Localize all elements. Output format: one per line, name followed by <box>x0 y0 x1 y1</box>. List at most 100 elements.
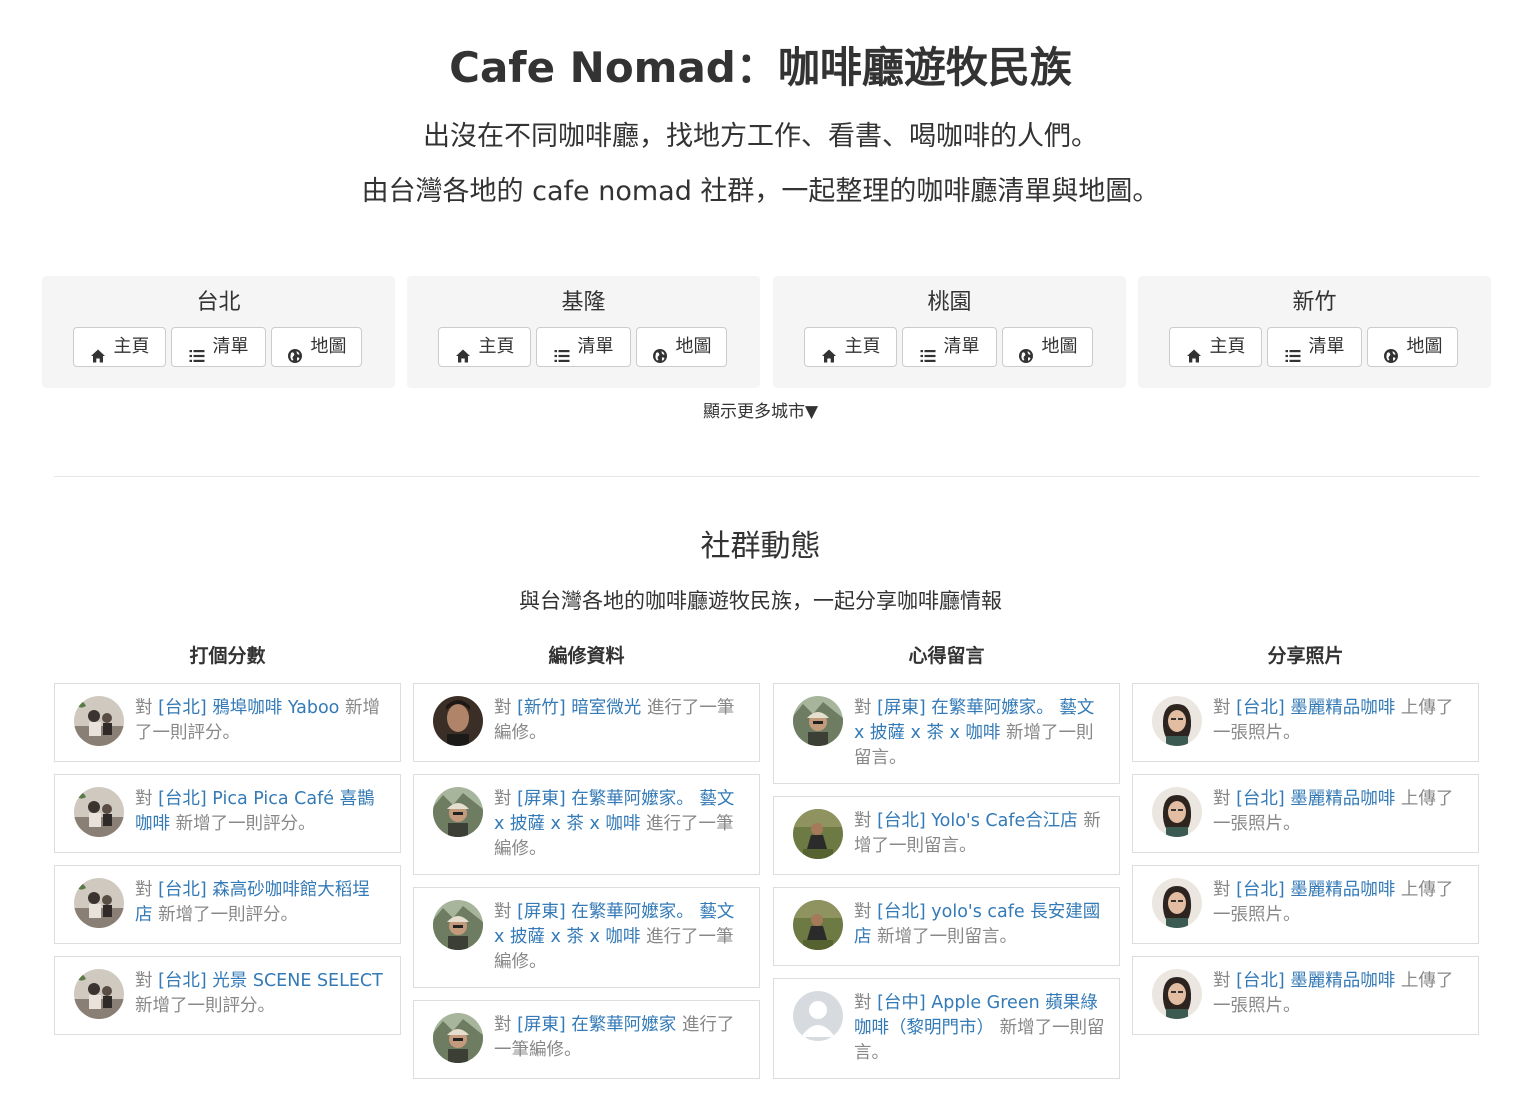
feed-item-text: 對 [台北] Yolo's Cafe合江店 新增了一則留言。 <box>854 809 1105 859</box>
map-button[interactable]: 地圖 <box>1002 327 1093 367</box>
avatar[interactable] <box>433 1013 483 1063</box>
feed-item: 對 [台北] Pica Pica Café 喜鵲咖啡 新增了一則評分。 <box>54 774 401 853</box>
feed-item-text: 對 [台北] 森高砂咖啡館大稻埕店 新增了一則評分。 <box>135 878 386 928</box>
home-button[interactable]: 主頁 <box>438 327 531 367</box>
home-icon <box>1186 339 1202 363</box>
avatar[interactable] <box>793 900 843 950</box>
button-label: 清單 <box>1308 336 1345 357</box>
community-subtitle: 與台灣各地的咖啡廳遊牧民族，一起分享咖啡廳情報 <box>519 589 1002 613</box>
city-card: 台北 主頁 清單 地圖 <box>42 276 395 388</box>
button-label: 主頁 <box>1209 336 1246 357</box>
feed-item-prefix: 對 <box>1213 789 1237 809</box>
feed-item-prefix: 對 <box>135 789 159 809</box>
avatar[interactable] <box>74 787 124 837</box>
avatar[interactable] <box>793 991 843 1041</box>
avatar[interactable] <box>1152 969 1202 1019</box>
city-name: 桃園 <box>927 290 972 315</box>
cafe-link[interactable]: [台北] 墨麗精品咖啡 <box>1236 789 1395 809</box>
avatar[interactable] <box>1152 787 1202 837</box>
avatar[interactable] <box>1152 696 1202 746</box>
feed-item: 對 [新竹] 暗室微光 進行了一筆編修。 <box>413 683 760 762</box>
feed-item: 對 [台北] 光景 SCENE SELECT 新增了一則評分。 <box>54 956 401 1035</box>
home-icon <box>90 339 106 363</box>
feed-column-heading: 編修資料 <box>548 645 625 667</box>
button-label: 主頁 <box>113 336 150 357</box>
feed-item-action: 新增了一則評分。 <box>170 814 316 834</box>
city-name: 新竹 <box>1292 290 1337 315</box>
feed-column: 編修資料對 [新竹] 暗室微光 進行了一筆編修。對 [屏東] 在繁華阿嬤家。 藝… <box>413 640 760 1091</box>
map-button[interactable]: 地圖 <box>1367 327 1458 367</box>
map-button[interactable]: 地圖 <box>271 327 362 367</box>
feed-column-heading: 心得留言 <box>908 645 985 667</box>
page-subtitle-line2: 由台灣各地的 cafe nomad 社群，一起整理的咖啡廳清單與地圖。 <box>361 176 1160 207</box>
cafe-link[interactable]: [台北] 鴉埠咖啡 Yaboo <box>158 698 339 718</box>
cafe-link[interactable]: [屏東] 在繁華阿嬤家 <box>517 1015 676 1035</box>
list-button[interactable]: 清單 <box>902 327 997 367</box>
feed-item-text: 對 [屏東] 在繁華阿嬤家 進行了一筆編修。 <box>494 1013 745 1063</box>
city-name: 基隆 <box>561 290 606 315</box>
avatar[interactable] <box>433 696 483 746</box>
avatar[interactable] <box>1152 878 1202 928</box>
feed-column-heading: 分享照片 <box>1267 645 1344 667</box>
feed-item-action: 新增了一則留言。 <box>871 927 1018 947</box>
cafe-link[interactable]: [台北] 墨麗精品咖啡 <box>1236 971 1395 991</box>
feed-item-prefix: 對 <box>494 1015 518 1035</box>
map-button[interactable]: 地圖 <box>636 327 727 367</box>
avatar[interactable] <box>74 969 124 1019</box>
feed-column: 打個分數對 [台北] 鴉埠咖啡 Yaboo 新增了一則評分。對 [台北] Pic… <box>54 640 401 1047</box>
avatar[interactable] <box>433 787 483 837</box>
feed-column: 心得留言對 [屏東] 在繁華阿嬤家。 藝文 x 披薩 x 茶 x 咖啡 新增了一… <box>773 640 1120 1091</box>
section-divider <box>54 476 1479 477</box>
feed-item: 對 [台北] 鴉埠咖啡 Yaboo 新增了一則評分。 <box>54 683 401 762</box>
cafe-link[interactable]: [台北] Yolo's Cafe合江店 <box>877 811 1078 831</box>
list-button[interactable]: 清單 <box>1267 327 1362 367</box>
list-button[interactable]: 清單 <box>171 327 266 367</box>
feed-column: 分享照片對 [台北] 墨麗精品咖啡 上傳了一張照片。對 [台北] 墨麗精品咖啡 … <box>1132 640 1479 1047</box>
feed-item-prefix: 對 <box>135 880 159 900</box>
show-more-cities-link[interactable]: 顯示更多城市▼ <box>0 400 1521 424</box>
feed-item-text: 對 [台北] yolo's cafe 長安建國店 新增了一則留言。 <box>854 900 1105 950</box>
list-icon <box>189 339 205 362</box>
globe-icon <box>287 339 303 363</box>
page-subtitle-line1: 出沒在不同咖啡廳，找地方工作、看書、喝咖啡的人們。 <box>423 121 1098 152</box>
community-title: 社群動態 <box>700 529 821 564</box>
avatar[interactable] <box>74 696 124 746</box>
button-label: 主頁 <box>844 336 881 357</box>
button-label: 地圖 <box>675 336 712 357</box>
avatar[interactable] <box>793 696 843 746</box>
cafe-link[interactable]: [新竹] 暗室微光 <box>517 698 641 718</box>
list-icon <box>554 339 570 362</box>
cafe-link[interactable]: [台北] 光景 SCENE SELECT <box>158 971 383 991</box>
avatar[interactable] <box>74 878 124 928</box>
city-list: 台北 主頁 清單 地圖 基隆 主頁 清單 地圖 桃園 主頁 清單 地圖 新竹 主頁 清單 地圖 <box>42 276 1492 388</box>
page-title: Cafe Nomad：咖啡廳遊牧民族 <box>449 43 1072 92</box>
feed-item: 對 [台北] yolo's cafe 長安建國店 新增了一則留言。 <box>773 887 1120 966</box>
feed-item-prefix: 對 <box>494 698 518 718</box>
cafe-link[interactable]: [台北] 墨麗精品咖啡 <box>1236 880 1395 900</box>
feed-item-text: 對 [台北] 墨麗精品咖啡 上傳了一張照片。 <box>1213 969 1464 1019</box>
feed-item-text: 對 [台北] 鴉埠咖啡 Yaboo 新增了一則評分。 <box>135 696 386 746</box>
button-label: 地圖 <box>1406 336 1443 357</box>
feed-item-prefix: 對 <box>854 993 878 1013</box>
home-button[interactable]: 主頁 <box>73 327 166 367</box>
feed-item-prefix: 對 <box>135 698 159 718</box>
button-label: 清單 <box>212 336 249 357</box>
feed-item-text: 對 [台中] Apple Green 蘋果綠咖啡（黎明門市） 新增了一則留言。 <box>854 991 1105 1066</box>
home-button[interactable]: 主頁 <box>1169 327 1262 367</box>
feed-item: 對 [屏東] 在繁華阿嬤家 進行了一筆編修。 <box>413 1000 760 1079</box>
feed-item-prefix: 對 <box>1213 698 1237 718</box>
button-label: 清單 <box>577 336 614 357</box>
globe-icon <box>1383 339 1399 363</box>
avatar[interactable] <box>793 809 843 859</box>
cafe-link[interactable]: [台北] 墨麗精品咖啡 <box>1236 698 1395 718</box>
button-label: 清單 <box>943 336 980 357</box>
home-icon <box>821 339 837 363</box>
feed-item: 對 [台北] 墨麗精品咖啡 上傳了一張照片。 <box>1132 683 1479 762</box>
avatar[interactable] <box>433 900 483 950</box>
list-button[interactable]: 清單 <box>536 327 631 367</box>
button-label: 地圖 <box>1041 336 1078 357</box>
home-icon <box>455 339 471 363</box>
feed-item: 對 [屏東] 在繁華阿嬤家。 藝文 x 披薩 x 茶 x 咖啡 進行了一筆編修。 <box>413 774 760 875</box>
home-button[interactable]: 主頁 <box>804 327 897 367</box>
button-label: 地圖 <box>310 336 347 357</box>
